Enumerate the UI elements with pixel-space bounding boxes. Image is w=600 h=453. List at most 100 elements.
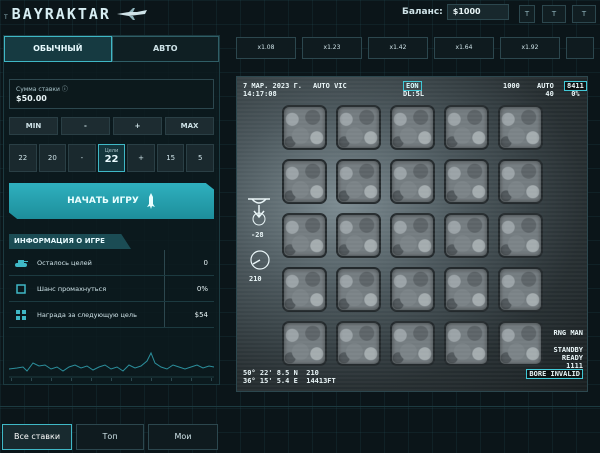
hud-datetime: 7 МАР. 2023 Г. 14:17:08: [243, 82, 302, 98]
targets-option-5[interactable]: 5: [186, 144, 215, 172]
targets-selector: 22 20 - Цели 22 + 15 5: [9, 144, 215, 172]
header-button-1[interactable]: T: [519, 5, 535, 23]
bet-amount-value: $50.00: [16, 94, 47, 103]
target-tile[interactable]: [282, 213, 327, 258]
info-row-targets-left: Осталось целей 0: [9, 250, 214, 276]
multiplier-item: x1.92: [500, 37, 560, 59]
target-tile[interactable]: [336, 267, 381, 312]
target-tile[interactable]: [282, 105, 327, 150]
target-tile[interactable]: [336, 213, 381, 258]
info-row-miss-chance: Шанс промахнуться 0%: [9, 276, 214, 302]
balance-value: $1000: [446, 4, 509, 20]
balance-label: Баланс:: [402, 7, 443, 17]
target-tile[interactable]: [390, 159, 435, 204]
game-field: 7 МАР. 2023 Г. 14:17:08 AUTO VIC EON DL:…: [236, 76, 588, 392]
targets-decrease-button[interactable]: -: [68, 144, 96, 172]
hud-date: 7 МАР. 2023 Г.: [243, 82, 303, 90]
balance: Баланс: $1000: [402, 4, 509, 20]
header-button-2[interactable]: T: [542, 5, 566, 23]
bet-amount-field[interactable]: Сумма ставки ⓘ $50.00: [9, 79, 214, 109]
target-tile[interactable]: [336, 105, 381, 150]
target-tile[interactable]: [390, 105, 435, 150]
info-label: Осталось целей: [37, 258, 92, 267]
target-tile[interactable]: [444, 267, 489, 312]
hud-ready: READY: [561, 354, 583, 362]
target-tile[interactable]: [336, 159, 381, 204]
tab-my-bets[interactable]: Мои ставки: [148, 424, 218, 450]
square-icon: [13, 281, 29, 297]
max-button[interactable]: MAX: [165, 117, 214, 135]
info-value: 0%: [164, 276, 214, 301]
target-tile[interactable]: [444, 105, 489, 150]
multiplier-item-partial: [566, 37, 594, 59]
hud-lat: 50° 22' 8.5 N: [243, 369, 298, 377]
header: T BAYRAKTAR Баланс: $1000 T T T: [0, 0, 600, 28]
multiplier-item: x1.23: [302, 37, 362, 59]
drone-icon: [116, 8, 147, 20]
header-button-3[interactable]: T: [572, 5, 596, 23]
target-grid: [282, 105, 543, 366]
target-tile[interactable]: [282, 321, 327, 366]
target-tile[interactable]: [498, 105, 543, 150]
game-info-list: Осталось целей 0 Шанс промахнуться 0% На…: [9, 250, 214, 328]
min-button[interactable]: MIN: [9, 117, 58, 135]
info-label: Шанс промахнуться: [37, 284, 107, 293]
pitch-value: -28: [251, 231, 264, 239]
mode-tabs: ОБЫЧНЫЙ АВТО: [4, 36, 219, 62]
heading-compass: 210: [249, 249, 271, 283]
target-tile[interactable]: [390, 267, 435, 312]
tab-normal[interactable]: ОБЫЧНЫЙ: [4, 36, 112, 62]
hud-eon-block: EON DL:5L: [403, 81, 425, 98]
target-tile[interactable]: [444, 159, 489, 204]
hud-n1000: 1000: [503, 82, 520, 90]
hud-coordinates: 50° 22' 8.5 N 210 36° 15' 5.4 E 14413FT: [243, 369, 336, 385]
target-tile[interactable]: [444, 213, 489, 258]
hud-right-status: RNG MAN STANDBY READY 1111 BORE INVALID: [526, 329, 583, 379]
decorative-waveform: [9, 351, 214, 381]
target-tile[interactable]: [390, 213, 435, 258]
targets-option-20[interactable]: 20: [38, 144, 67, 172]
hud-lon: 36° 15' 5.4 E: [243, 377, 298, 385]
decrease-button[interactable]: -: [61, 117, 110, 135]
logo-text: BAYRAKTAR: [11, 5, 111, 23]
tab-auto[interactable]: АВТО: [111, 36, 219, 62]
targets-increase-button[interactable]: +: [127, 144, 155, 172]
target-tile[interactable]: [282, 159, 327, 204]
info-value: 0: [164, 250, 214, 275]
target-tile[interactable]: [282, 267, 327, 312]
hud-pct: 0%: [571, 90, 580, 98]
hud-auto: AUTO: [537, 82, 554, 90]
target-tile[interactable]: [336, 321, 381, 366]
multiplier-item: x1.64: [434, 37, 494, 59]
tab-all-bets[interactable]: Все ставки: [2, 424, 72, 450]
section-divider: [0, 406, 600, 407]
info-row-next-reward: Награда за следующую цель $54: [9, 302, 214, 328]
targets-option-22[interactable]: 22: [9, 144, 37, 172]
hud-counter-block: 8411 0%: [564, 81, 587, 98]
multiplier-item: x1.08: [236, 37, 296, 59]
target-tile[interactable]: [498, 213, 543, 258]
increase-button[interactable]: +: [113, 117, 162, 135]
bet-amount-label: Сумма ставки ⓘ: [16, 86, 68, 93]
game-info-title: ИНФОРМАЦИЯ О ИГРЕ: [9, 234, 131, 249]
hud-lon-n: 14413FT: [306, 377, 336, 385]
target-tile[interactable]: [444, 321, 489, 366]
target-tile[interactable]: [390, 321, 435, 366]
tank-icon: [13, 255, 29, 271]
start-game-button[interactable]: НАЧАТЬ ИГРУ: [9, 183, 214, 219]
logo: T BAYRAKTAR: [4, 5, 149, 23]
tab-top-bets[interactable]: Топ ставки: [76, 424, 144, 450]
bet-panel: ОБЫЧНЫЙ АВТО Сумма ставки ⓘ $50.00 MIN -…: [3, 35, 220, 385]
info-label: Награда за следующую цель: [37, 310, 137, 319]
targets-option-15[interactable]: 15: [156, 144, 185, 172]
logo-prefix: T: [4, 13, 8, 21]
compass-icon: [250, 250, 270, 270]
hud-mode: AUTO VIC: [313, 82, 347, 90]
pitch-gauge: -28: [246, 195, 272, 239]
hud-dl: DL:5L: [403, 90, 425, 98]
hud-n40: 40: [545, 90, 554, 98]
target-tile[interactable]: [498, 267, 543, 312]
start-game-label: НАЧАТЬ ИГРУ: [67, 196, 139, 206]
pitch-gauge-icon: [248, 198, 270, 226]
target-tile[interactable]: [498, 159, 543, 204]
